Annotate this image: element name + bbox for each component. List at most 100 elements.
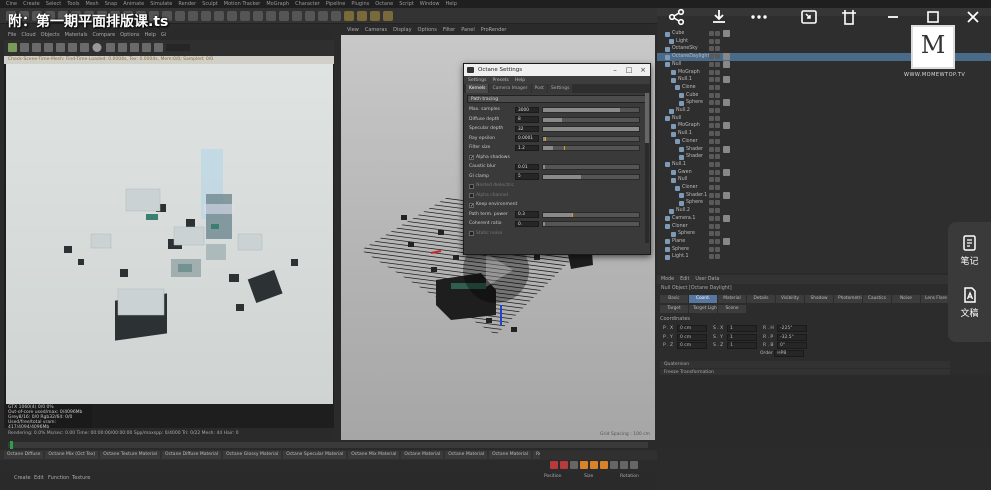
menu-item[interactable]: Pipeline (326, 1, 346, 7)
param-value-field[interactable]: 0.0001 (515, 135, 539, 142)
attr-menu-userdata[interactable]: User Data (695, 277, 719, 282)
toolbar-icon[interactable] (305, 11, 315, 21)
visibility-dot[interactable] (715, 131, 720, 137)
visibility-dot[interactable] (709, 31, 714, 36)
viewport-menu-item[interactable]: Filter (443, 27, 455, 33)
visibility-dot[interactable] (715, 100, 720, 106)
param-slider[interactable] (542, 173, 640, 180)
material-tag-icon[interactable] (723, 99, 730, 107)
download-icon[interactable] (708, 8, 730, 30)
toolbar-icon[interactable] (214, 11, 224, 21)
param-value-field[interactable]: 0.3 (515, 211, 539, 218)
material-tag-icon[interactable] (723, 237, 730, 245)
menu-item[interactable]: Character (295, 1, 320, 7)
visibility-dot[interactable] (709, 254, 714, 260)
minimize-window-icon[interactable] (838, 8, 860, 30)
toolbar-icon[interactable] (266, 11, 276, 21)
material-tag-icon[interactable] (723, 168, 730, 176)
move-key-icon[interactable] (580, 461, 588, 469)
attr-tab[interactable]: Shadow (805, 295, 833, 303)
menu-item[interactable]: MoGraph (266, 1, 289, 7)
visibility-dot[interactable] (715, 238, 720, 244)
visibility-dot[interactable] (715, 254, 720, 260)
menu-item[interactable]: Mesh (86, 1, 99, 7)
visibility-dot[interactable] (709, 238, 714, 244)
visibility-dot[interactable] (715, 177, 720, 183)
visibility-dot[interactable] (709, 61, 714, 67)
menu-item[interactable]: Snap (105, 1, 118, 7)
visibility-dot[interactable] (709, 46, 714, 52)
visibility-dot[interactable] (709, 169, 714, 175)
attr-tab[interactable]: Target (660, 304, 688, 313)
material-tag-icon[interactable] (723, 145, 730, 153)
param-value-field[interactable]: 3000 (515, 106, 539, 113)
visibility-dot[interactable] (715, 185, 720, 190)
more-icon[interactable] (748, 8, 770, 30)
attr-tab[interactable]: Visibility (776, 295, 804, 303)
live-menu-item[interactable]: Objects (41, 32, 60, 38)
live-menu-item[interactable]: Gi (161, 32, 166, 38)
visibility-dot[interactable] (715, 246, 720, 252)
menu-item[interactable]: Select (46, 1, 61, 7)
visibility-dot[interactable] (715, 146, 720, 152)
attr-tab[interactable]: Details (747, 295, 775, 303)
toolbar-icon[interactable] (188, 11, 198, 21)
material-chip[interactable]: Octane Material (445, 451, 488, 459)
toolbar-icon[interactable] (292, 11, 302, 21)
timeline-track[interactable] (8, 442, 648, 448)
attr-tab[interactable]: Basic (660, 295, 688, 303)
menu-item[interactable]: Script (399, 1, 414, 7)
toolbar-icon[interactable] (201, 11, 211, 21)
pip-icon[interactable] (798, 8, 820, 30)
visibility-dot[interactable] (715, 208, 720, 214)
visibility-dot[interactable] (709, 115, 714, 121)
live-menu-item[interactable]: Compare (92, 32, 115, 38)
visibility-dot[interactable] (709, 84, 714, 90)
visibility-dot[interactable] (709, 138, 714, 144)
live-menu-item[interactable]: File (8, 32, 16, 38)
param-slider[interactable] (542, 145, 640, 151)
visibility-dot[interactable] (709, 69, 714, 75)
coord-scale-field[interactable]: 1 (727, 333, 757, 341)
order-select[interactable]: HPB (774, 350, 805, 357)
grid-icon[interactable] (630, 461, 638, 469)
material-chip[interactable]: Octane Material (401, 451, 444, 459)
menu-item[interactable]: Plugins (351, 1, 369, 7)
tab-edit[interactable]: Edit (34, 475, 44, 481)
menu-settings[interactable]: Settings (468, 78, 486, 83)
tab-kernels[interactable]: Kernels (466, 84, 489, 93)
material-chip[interactable]: Octane Texture Material (100, 451, 161, 459)
attr-tab[interactable]: Noise (892, 295, 920, 303)
viewport-menu-item[interactable]: Display (393, 27, 411, 33)
alpha-channel-checkbox[interactable] (469, 193, 474, 198)
visibility-dot[interactable] (715, 69, 720, 75)
attr-tab[interactable]: Lens Flare (921, 295, 949, 303)
visibility-dot[interactable] (715, 108, 720, 113)
menu-item[interactable]: Tools (67, 1, 79, 7)
menu-item[interactable]: Octane (375, 1, 393, 7)
toolbar-icon[interactable] (175, 11, 185, 21)
material-tag-icon[interactable] (723, 191, 730, 199)
visibility-dot[interactable] (709, 161, 714, 167)
toolbar-icon[interactable] (318, 11, 328, 21)
visibility-dot[interactable] (709, 215, 714, 221)
attr-tab[interactable]: Coord. (689, 295, 717, 303)
material-tag-icon[interactable] (723, 76, 730, 84)
menu-presets[interactable]: Presets (492, 78, 508, 83)
material-tag-icon[interactable] (723, 122, 730, 130)
attr-menu-mode[interactable]: Mode (661, 277, 674, 282)
quaternion-fold[interactable]: Quaternion (660, 361, 950, 368)
menu-item[interactable]: Sculpt (202, 1, 218, 7)
visibility-dot[interactable] (709, 123, 714, 129)
attr-tab[interactable]: Caustics (863, 295, 891, 303)
visibility-dot[interactable] (715, 54, 720, 60)
alpha-shadows-checkbox[interactable] (469, 154, 474, 164)
coord-rot-field[interactable]: -225° (777, 325, 807, 332)
live-menu-item[interactable]: Help (144, 32, 155, 38)
doc-button[interactable]: 文稿 (948, 286, 991, 320)
attr-tab[interactable]: Scene (718, 304, 746, 313)
coord-scale-field[interactable]: 1 (727, 342, 757, 349)
menu-item[interactable]: Simulate (150, 1, 172, 7)
visibility-dot[interactable] (715, 77, 720, 83)
menu-item[interactable]: Animate (123, 1, 144, 7)
